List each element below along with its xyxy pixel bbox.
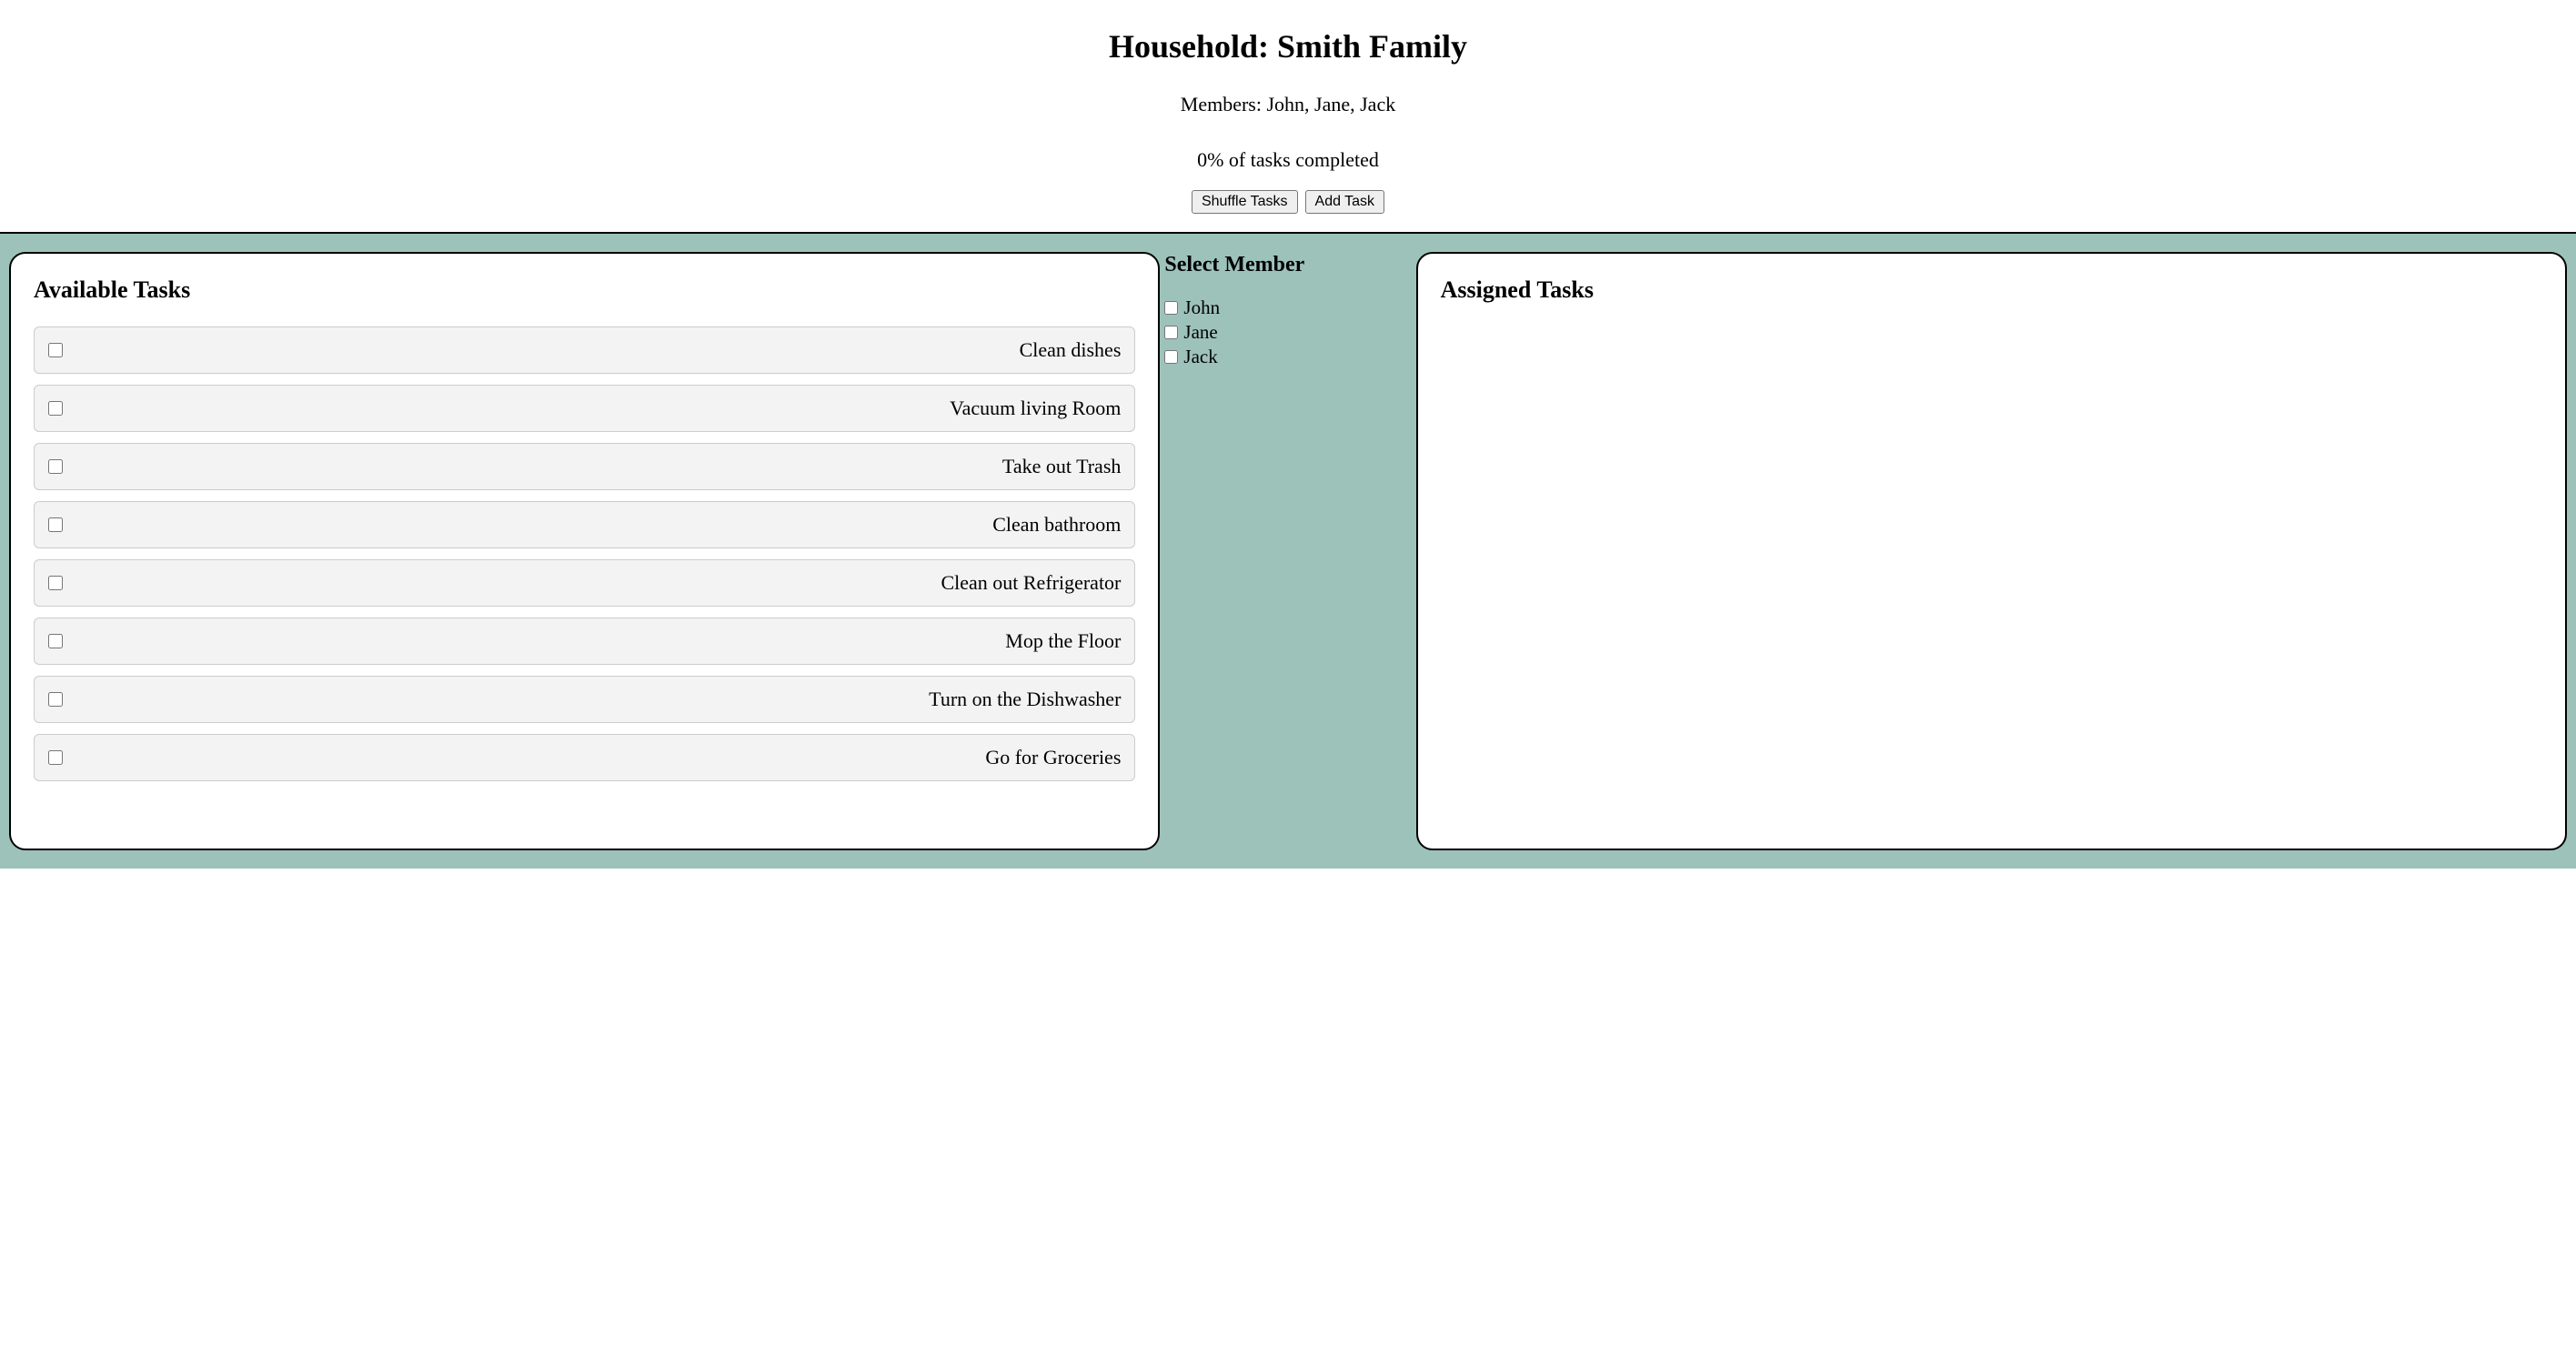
task-item: Clean bathroom [34,501,1135,548]
button-row: Shuffle Tasks Add Task [0,190,2576,214]
assigned-tasks-title: Assigned Tasks [1441,276,2542,304]
available-tasks-list: Clean dishes Vacuum living Room Take out T… [34,326,1135,781]
task-item: Go for Groceries [34,734,1135,781]
header-section: Household: Smith Family Members: John, J… [0,0,2576,232]
task-checkbox[interactable] [48,692,63,707]
task-item: Clean dishes [34,326,1135,374]
member-label: John [1183,296,1220,319]
task-checkbox[interactable] [48,343,63,357]
task-label: Take out Trash [72,455,1121,478]
member-checkbox[interactable] [1164,301,1178,315]
task-label: Clean dishes [72,338,1121,362]
task-label: Vacuum living Room [72,397,1121,420]
task-label: Clean bathroom [72,513,1121,537]
select-member-title: Select Member [1164,252,1385,278]
assigned-tasks-panel: Assigned Tasks [1416,252,2567,850]
task-label: Clean out Refrigerator [72,571,1121,595]
task-item: Clean out Refrigerator [34,559,1135,607]
member-item: Jane [1164,321,1385,344]
member-item: John [1164,296,1385,319]
task-label: Go for Groceries [72,746,1121,769]
member-checkbox[interactable] [1164,350,1178,364]
members-list: Members: John, Jane, Jack [0,93,2576,116]
task-checkbox[interactable] [48,459,63,474]
available-tasks-title: Available Tasks [34,276,1135,304]
task-item: Turn on the Dishwasher [34,676,1135,723]
member-item: Jack [1164,346,1385,368]
member-label: Jane [1183,321,1217,344]
progress-text: 0% of tasks completed [0,148,2576,172]
task-item: Take out Trash [34,443,1135,490]
select-member-column: Select Member JohnJaneJack [1160,252,1390,850]
task-checkbox[interactable] [48,634,63,648]
member-label: Jack [1183,346,1217,368]
task-item: Mop the Floor [34,618,1135,665]
member-checkbox[interactable] [1164,326,1178,339]
shuffle-tasks-button[interactable]: Shuffle Tasks [1192,190,1298,214]
main-area: Available Tasks Clean dishes Vacuum livin… [0,232,2576,869]
member-list: JohnJaneJack [1164,296,1385,368]
available-tasks-panel: Available Tasks Clean dishes Vacuum livin… [9,252,1160,850]
page-title: Household: Smith Family [0,27,2576,65]
task-label: Turn on the Dishwasher [72,688,1121,711]
add-task-button[interactable]: Add Task [1305,190,1385,214]
task-checkbox[interactable] [48,517,63,532]
task-checkbox[interactable] [48,576,63,590]
task-checkbox[interactable] [48,750,63,765]
task-item: Vacuum living Room [34,385,1135,432]
task-checkbox[interactable] [48,401,63,416]
task-label: Mop the Floor [72,629,1121,653]
